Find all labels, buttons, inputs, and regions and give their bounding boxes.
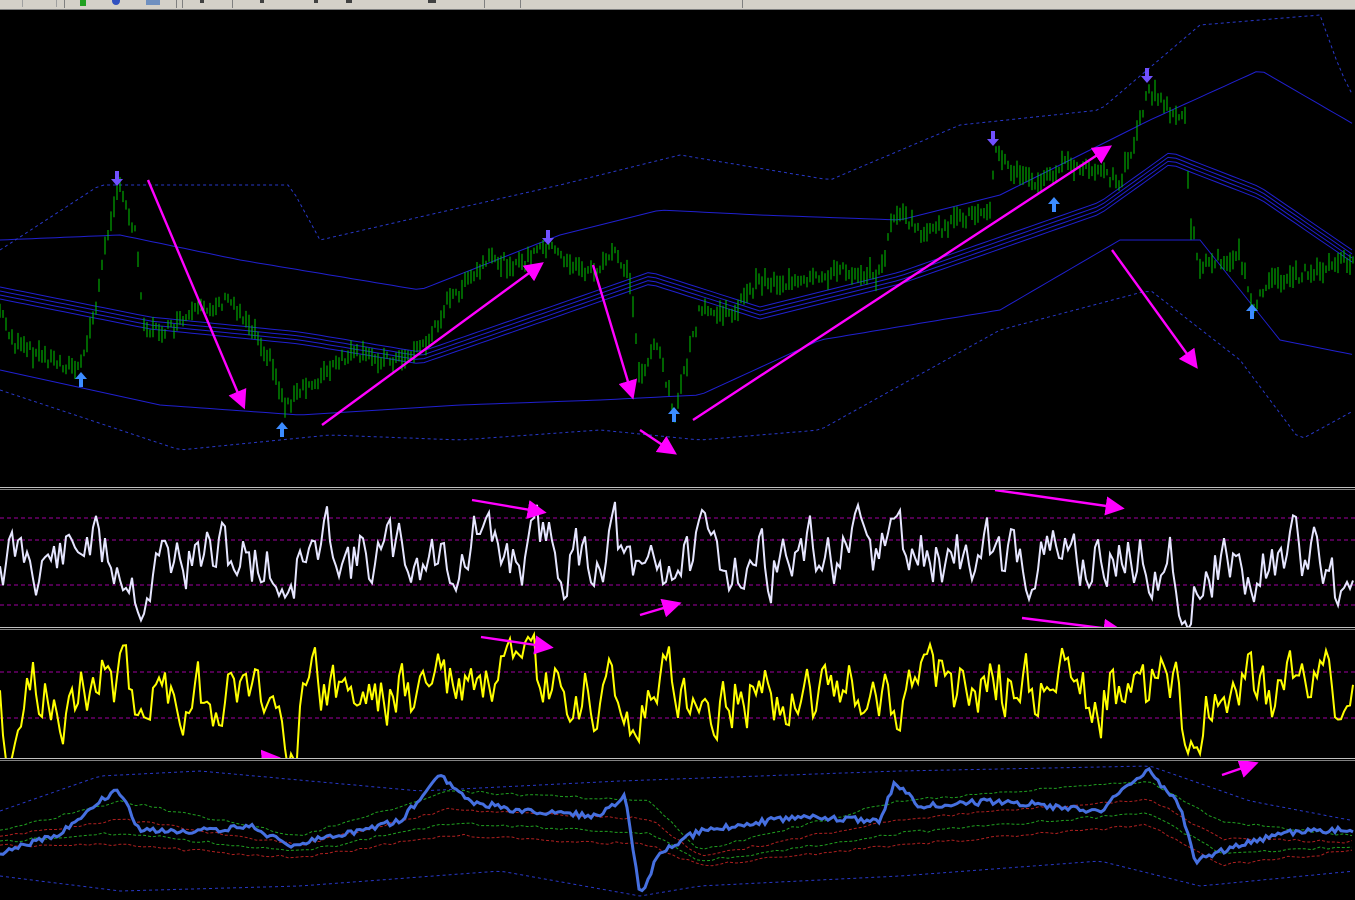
oscillator-white-canvas [0,490,1355,627]
oscillator-line [0,630,1354,758]
candle-icon[interactable] [4,0,23,7]
text-icon[interactable] [346,0,352,3]
trend-arrow [692,145,1113,422]
band-upper-dashed [0,14,1353,251]
fibo-icon[interactable] [428,0,436,3]
oscillator-blue[interactable] [0,761,1355,900]
sell-signal-arrow [1141,68,1153,83]
trend-arrow [471,498,547,520]
moving-average-line [0,812,1353,862]
template-icon[interactable] [146,0,160,5]
oscillator-yellow[interactable] [0,630,1355,758]
indicator-add-icon[interactable] [80,0,86,6]
band-lower-dashed [0,860,1353,897]
trend-arrow [146,179,247,410]
oscillator-blue-canvas [0,761,1354,897]
band-lower-solid [0,239,1353,416]
oscillator-yellow-canvas [0,630,1355,758]
trend-arrow [994,490,1125,516]
moving-average-line [0,164,1353,364]
trend-arrow [639,598,682,618]
moving-average-line [0,160,1353,360]
crosshair-icon[interactable] [314,0,318,3]
clock-icon[interactable] [200,0,204,3]
band-lower-dashed [0,291,1353,451]
oscillator-line [0,766,1354,893]
trend-arrow [480,635,554,655]
sell-signal-arrow [111,171,123,186]
moving-average-line [0,781,1353,850]
oscillator-white[interactable] [0,490,1355,627]
trend-arrow [639,429,677,455]
moving-average-line [0,156,1353,356]
buy-signal-arrow [1246,304,1258,319]
band-upper-solid [0,71,1353,290]
buy-signal-arrow [668,407,680,422]
band-upper-dashed [0,765,1353,821]
buy-signal-arrow [75,372,87,387]
zoom-icon[interactable] [38,0,57,7]
buy-signal-arrow [276,422,288,437]
main-price-chart[interactable] [0,10,1355,487]
trend-arrow [1111,249,1198,369]
trend-arrow [1021,616,1123,627]
sell-signal-arrow [987,131,999,146]
trend-arrow [1221,761,1259,778]
terminal-toolbar [0,0,1355,10]
price-chart-canvas [0,14,1354,455]
buy-signal-arrow [1048,197,1060,212]
trendline-icon[interactable] [260,0,264,3]
period-icon[interactable] [112,0,120,5]
oscillator-line [0,501,1354,627]
